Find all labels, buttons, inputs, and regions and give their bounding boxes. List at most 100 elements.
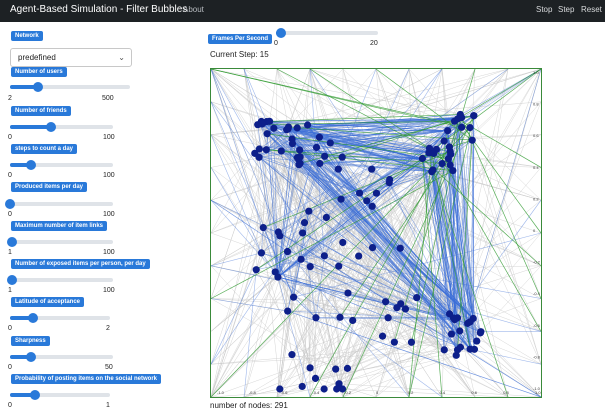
- network-node[interactable]: [288, 139, 297, 148]
- steps-slider[interactable]: [10, 158, 113, 172]
- network-node[interactable]: [257, 249, 266, 257]
- network-node[interactable]: [337, 195, 345, 203]
- network-node[interactable]: [284, 123, 293, 131]
- network-node[interactable]: [429, 166, 437, 174]
- network-node[interactable]: [344, 289, 352, 297]
- network-node[interactable]: [456, 327, 464, 335]
- latitude-slider[interactable]: [10, 311, 110, 325]
- network-node[interactable]: [336, 313, 344, 321]
- fps-slider[interactable]: [276, 26, 378, 40]
- network-select[interactable]: predefined ⌄: [10, 48, 132, 67]
- network-node[interactable]: [321, 152, 329, 160]
- network-node[interactable]: [284, 307, 292, 315]
- network-node[interactable]: [413, 294, 421, 302]
- network-node[interactable]: [456, 343, 465, 351]
- network-node[interactable]: [332, 365, 340, 373]
- network-node[interactable]: [322, 213, 330, 222]
- network-graph[interactable]: -1.0 -0.8 -0.6 -0.4 -0.2 0 0.2 0.4 0.6 0.8 1.0 1.0 0…: [210, 68, 542, 398]
- about-link[interactable]: About: [183, 5, 204, 14]
- network-node[interactable]: [444, 127, 452, 135]
- network-node[interactable]: [283, 247, 292, 256]
- network-node[interactable]: [334, 165, 342, 173]
- network-node[interactable]: [262, 146, 270, 154]
- network-node[interactable]: [296, 146, 304, 154]
- network-node[interactable]: [385, 179, 393, 187]
- slider-thumb[interactable]: [28, 313, 38, 323]
- network-node[interactable]: [295, 161, 303, 169]
- network-node[interactable]: [274, 273, 282, 281]
- network-node[interactable]: [311, 374, 320, 382]
- network-node[interactable]: [263, 130, 271, 138]
- network-node[interactable]: [477, 328, 485, 336]
- network-node[interactable]: [355, 189, 364, 197]
- probability-slider[interactable]: [10, 388, 110, 402]
- network-node[interactable]: [300, 219, 309, 227]
- network-node[interactable]: [372, 189, 381, 197]
- network-node[interactable]: [368, 243, 377, 252]
- network-node[interactable]: [368, 165, 376, 173]
- network-node[interactable]: [363, 197, 371, 205]
- network-node[interactable]: [470, 112, 478, 120]
- network-node[interactable]: [430, 149, 438, 157]
- network-node[interactable]: [343, 364, 352, 372]
- network-node[interactable]: [407, 338, 416, 346]
- network-node[interactable]: [396, 244, 404, 252]
- network-node[interactable]: [288, 351, 296, 359]
- network-node[interactable]: [444, 155, 452, 163]
- sharpness-slider[interactable]: [10, 350, 113, 364]
- network-node[interactable]: [438, 159, 446, 168]
- network-node[interactable]: [393, 304, 401, 312]
- produced-slider[interactable]: [5, 197, 113, 211]
- slider-thumb[interactable]: [7, 275, 18, 285]
- network-node[interactable]: [339, 238, 347, 247]
- slider-thumb[interactable]: [5, 199, 15, 209]
- network-node[interactable]: [449, 314, 458, 322]
- network-node[interactable]: [447, 330, 456, 338]
- network-node[interactable]: [466, 318, 474, 326]
- network-node[interactable]: [277, 147, 285, 155]
- slider-thumb[interactable]: [30, 390, 40, 400]
- network-node[interactable]: [390, 338, 398, 346]
- network-node[interactable]: [316, 159, 324, 168]
- network-node[interactable]: [401, 305, 410, 313]
- network-node[interactable]: [466, 345, 474, 353]
- slider-thumb[interactable]: [32, 82, 43, 92]
- step-button[interactable]: Step: [558, 5, 574, 14]
- network-node[interactable]: [355, 252, 363, 260]
- friends-slider[interactable]: [10, 120, 113, 134]
- network-node[interactable]: [265, 117, 274, 125]
- network-node[interactable]: [458, 123, 466, 131]
- network-node[interactable]: [320, 385, 328, 393]
- app-title[interactable]: Agent-Based Simulation - Filter Bubbles: [10, 4, 187, 15]
- network-node[interactable]: [276, 232, 284, 240]
- network-node[interactable]: [440, 346, 448, 354]
- network-node[interactable]: [306, 364, 314, 372]
- network-node[interactable]: [454, 115, 462, 123]
- network-node[interactable]: [270, 124, 278, 132]
- network-node[interactable]: [293, 124, 301, 132]
- network-node[interactable]: [305, 207, 313, 215]
- network-node[interactable]: [382, 298, 390, 306]
- network-node[interactable]: [333, 385, 341, 393]
- network-node[interactable]: [466, 123, 474, 132]
- network-node[interactable]: [473, 337, 481, 345]
- slider-thumb[interactable]: [25, 160, 36, 170]
- network-node[interactable]: [440, 137, 448, 145]
- network-node[interactable]: [368, 202, 376, 210]
- network-node[interactable]: [312, 143, 321, 152]
- reset-button[interactable]: Reset: [581, 5, 602, 14]
- network-node[interactable]: [445, 143, 453, 151]
- users-slider[interactable]: [10, 80, 130, 94]
- slider-thumb[interactable]: [25, 352, 36, 362]
- exposed-items-slider[interactable]: [7, 273, 113, 287]
- network-node[interactable]: [303, 121, 312, 129]
- item-links-slider[interactable]: [7, 235, 113, 249]
- network-node[interactable]: [418, 154, 427, 163]
- slider-thumb[interactable]: [7, 237, 18, 247]
- network-node[interactable]: [384, 314, 392, 322]
- network-node[interactable]: [259, 223, 267, 232]
- slider-thumb[interactable]: [276, 28, 287, 38]
- network-node[interactable]: [289, 293, 298, 301]
- network-node[interactable]: [312, 314, 320, 322]
- network-graph-canvas[interactable]: -1.0 -0.8 -0.6 -0.4 -0.2 0 0.2 0.4 0.6 0.8 1.01.00…: [211, 69, 541, 397]
